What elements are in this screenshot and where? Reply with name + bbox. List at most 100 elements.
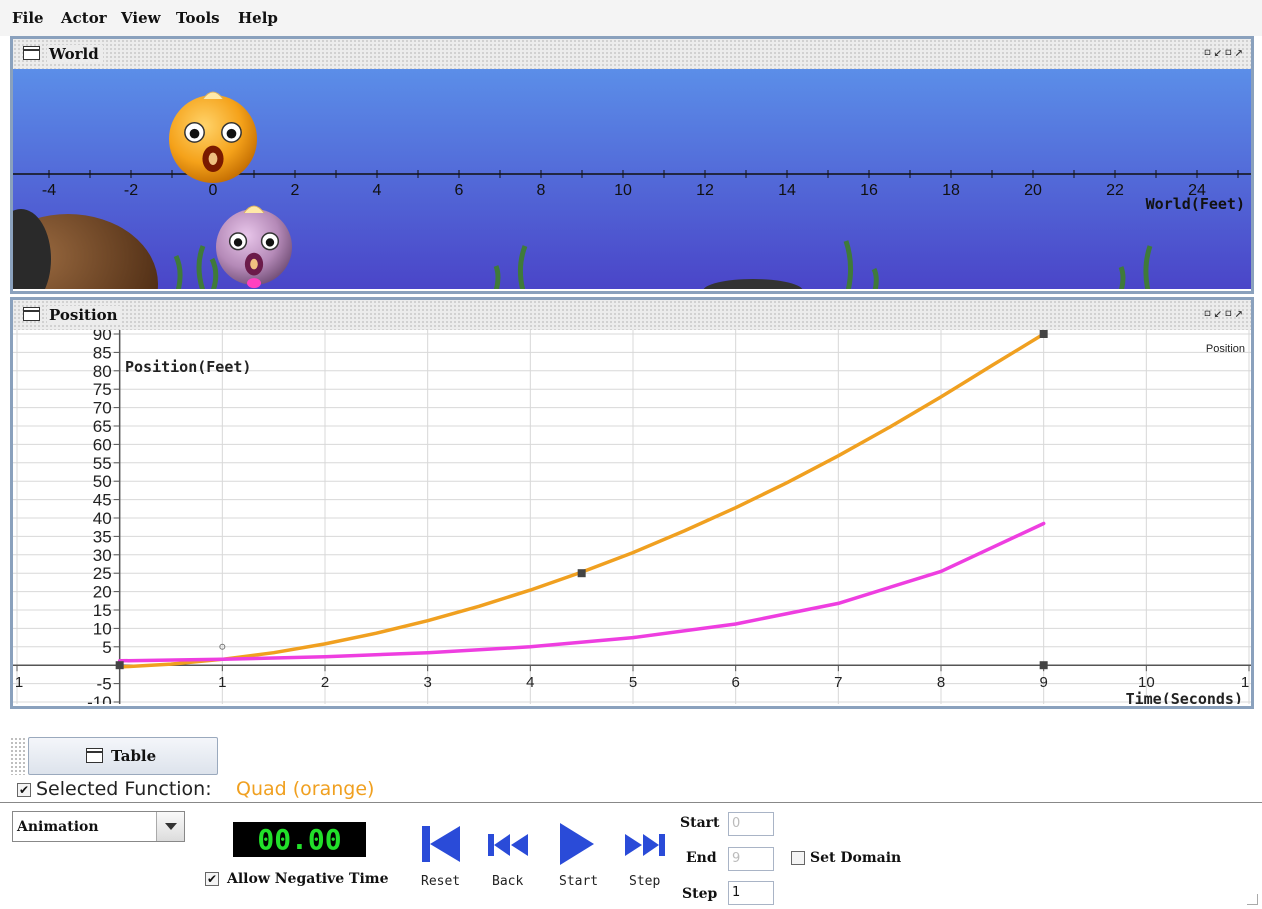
axis-tick-label: 2 bbox=[291, 182, 300, 199]
y-tick-label: 50 bbox=[93, 472, 112, 491]
position-window: Position ▫↙▫↗ 1 1 2 3 4 5 6 7 8 9 10 1 90 85 80 75 70 65 6… bbox=[10, 297, 1254, 709]
start-label: Start bbox=[559, 874, 599, 889]
world-window: World ▫↙▫↗ -4 -2 0 2 4 6 8 10 12 14 16 1… bbox=[10, 36, 1254, 294]
y-tick-label: 90 bbox=[93, 330, 112, 344]
menu-help[interactable]: Help bbox=[238, 9, 278, 27]
control-point-handle[interactable] bbox=[115, 661, 124, 670]
axis-tick-label: 8 bbox=[537, 182, 546, 199]
table-button[interactable]: Table bbox=[28, 737, 218, 775]
menu-actor[interactable]: Actor bbox=[61, 9, 107, 27]
reset-icon bbox=[422, 826, 460, 862]
step-icon bbox=[625, 834, 665, 856]
x-tick-label: 10 bbox=[1138, 674, 1155, 691]
y-tick-label: 80 bbox=[93, 362, 112, 381]
axis-tick-label: 22 bbox=[1106, 182, 1124, 199]
table-label: Table bbox=[111, 747, 157, 765]
play-icon bbox=[560, 823, 594, 865]
step-button[interactable] bbox=[624, 830, 666, 864]
set-domain-label: Set Domain bbox=[810, 850, 902, 866]
axis-tick-label: 0 bbox=[209, 182, 218, 199]
set-domain-checkbox[interactable] bbox=[791, 851, 805, 865]
x-tick-label: 1 bbox=[15, 674, 23, 691]
x-tick-label: 2 bbox=[321, 674, 329, 691]
fish-pupil bbox=[233, 238, 243, 247]
menu-bar: File Actor View Tools Help bbox=[0, 0, 1262, 36]
start-input[interactable]: 0 bbox=[728, 812, 774, 836]
axis-tick-label: 4 bbox=[373, 182, 382, 199]
position-titlebar[interactable]: Position ▫↙▫↗ bbox=[13, 300, 1251, 330]
axis-tick-label: 16 bbox=[860, 182, 878, 199]
axis-tick-label: 14 bbox=[778, 182, 796, 199]
y-tick-label: 15 bbox=[93, 601, 112, 620]
x-tick-label: 6 bbox=[731, 674, 739, 691]
divider bbox=[0, 802, 1262, 803]
window-resize-icon[interactable]: ▫↙▫↗ bbox=[1203, 44, 1245, 60]
world-title: World bbox=[47, 45, 103, 63]
y-tick-label: 25 bbox=[93, 564, 112, 583]
menu-file[interactable]: File bbox=[12, 9, 44, 27]
world-titlebar[interactable]: World ▫↙▫↗ bbox=[13, 39, 1251, 69]
drag-handle[interactable] bbox=[10, 737, 26, 775]
mode-select[interactable]: Animation bbox=[12, 811, 185, 842]
y-tick-label: 10 bbox=[93, 619, 112, 638]
y-tick-label: 35 bbox=[93, 527, 112, 546]
mode-select-value: Animation bbox=[17, 819, 99, 835]
control-point-handle[interactable] bbox=[1039, 661, 1048, 670]
fish-tongue bbox=[247, 278, 261, 289]
step-field-label: Step bbox=[682, 886, 718, 902]
menu-tools[interactable]: Tools bbox=[176, 9, 220, 27]
window-resize-icon[interactable]: ▫↙▫↗ bbox=[1203, 305, 1245, 321]
y-tick-label: 60 bbox=[93, 435, 112, 454]
y-tick-label: 20 bbox=[93, 583, 112, 602]
y-tick-label: 45 bbox=[93, 491, 112, 510]
axis-tick-label: 12 bbox=[696, 182, 714, 199]
y-tick-label: 5 bbox=[102, 638, 111, 657]
world-scene: -4 -2 0 2 4 6 8 10 12 14 16 18 20 22 24 World(Feet) bbox=[13, 69, 1251, 289]
time-display: 00.00 bbox=[233, 822, 366, 857]
back-icon bbox=[488, 834, 528, 856]
fish-mouth-inner bbox=[208, 152, 218, 165]
y-tick-label: 70 bbox=[93, 399, 112, 418]
x-tick-label: 7 bbox=[834, 674, 842, 691]
legend-label: Position bbox=[1206, 343, 1245, 355]
resize-grip[interactable] bbox=[1247, 894, 1258, 905]
x-tick-label: 1 bbox=[218, 674, 226, 691]
x-tick-label: 1 bbox=[1241, 674, 1249, 691]
y-tick-label: -10 bbox=[87, 693, 112, 704]
y-tick-label: 75 bbox=[93, 380, 112, 399]
x-tick-label: 4 bbox=[526, 674, 534, 691]
control-point-handle[interactable] bbox=[577, 569, 586, 578]
position-plot[interactable]: 1 1 2 3 4 5 6 7 8 9 10 1908580757065605550454035302… bbox=[13, 330, 1251, 704]
allow-negative-time-checkbox[interactable]: ✔ bbox=[205, 872, 219, 886]
axis-tick-label: 6 bbox=[455, 182, 464, 199]
end-input[interactable]: 9 bbox=[728, 847, 774, 871]
selected-function-value: Quad (orange) bbox=[236, 778, 375, 800]
fish-pupil bbox=[226, 128, 237, 139]
start-button[interactable] bbox=[558, 821, 596, 871]
menu-view[interactable]: View bbox=[121, 9, 161, 27]
fish-pupil bbox=[189, 128, 200, 139]
start-field-label: Start bbox=[680, 815, 720, 831]
x-axis-label: Time(Seconds) bbox=[1126, 690, 1243, 704]
position-title: Position bbox=[47, 306, 122, 324]
end-field-label: End bbox=[686, 850, 717, 866]
y-tick-label: 40 bbox=[93, 509, 112, 528]
allow-negative-time-label: Allow Negative Time bbox=[227, 871, 389, 887]
window-icon bbox=[23, 46, 40, 60]
back-button[interactable] bbox=[487, 830, 529, 864]
axis-tick-label: -2 bbox=[124, 182, 138, 199]
control-point-handle[interactable] bbox=[1039, 330, 1048, 338]
axis-tick-label: 10 bbox=[614, 182, 632, 199]
step-input[interactable]: 1 bbox=[728, 881, 774, 905]
chevron-down-icon[interactable] bbox=[156, 812, 184, 841]
window-icon bbox=[23, 307, 40, 321]
y-tick-label: 85 bbox=[93, 343, 112, 362]
step-label: Step bbox=[629, 874, 661, 889]
y-tick-label: 65 bbox=[93, 417, 112, 436]
table-icon bbox=[86, 748, 103, 763]
reset-label: Reset bbox=[421, 874, 461, 889]
reset-button[interactable] bbox=[420, 822, 464, 870]
axis-tick-label: 18 bbox=[942, 182, 960, 199]
axis-tick-label: -4 bbox=[42, 182, 56, 199]
selected-function-checkbox[interactable]: ✔ bbox=[17, 783, 31, 797]
